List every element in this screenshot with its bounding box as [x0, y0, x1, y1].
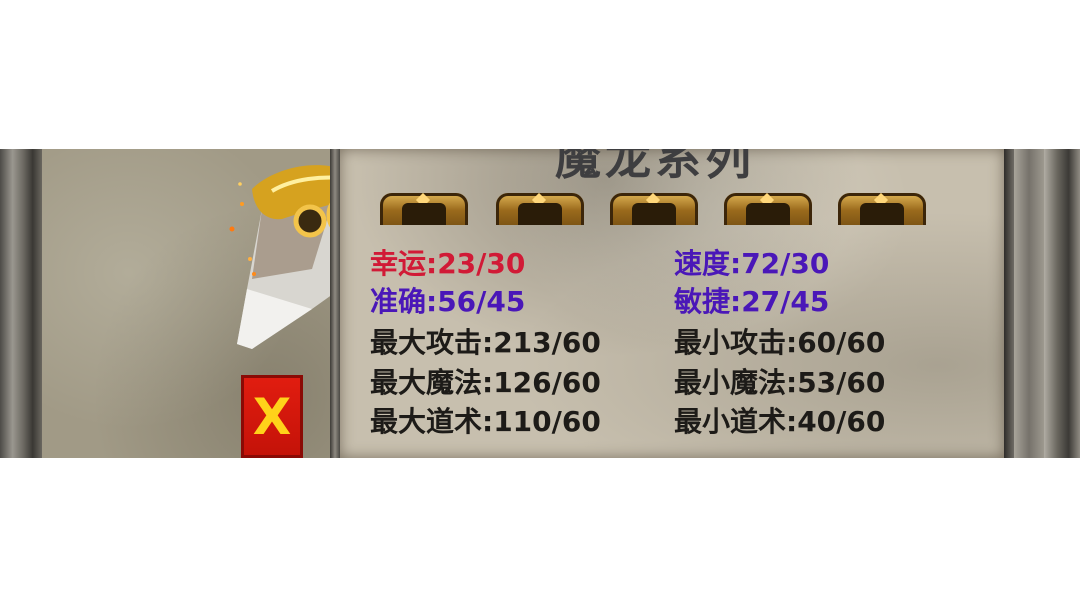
close-icon: X — [252, 388, 292, 446]
equip-slot-4-icon[interactable] — [724, 193, 812, 225]
equip-slot-1-icon[interactable] — [380, 193, 468, 225]
equip-slot-2-icon[interactable] — [496, 193, 584, 225]
weapon-preview-panel: X — [42, 149, 382, 458]
item-info-panel: 魔龙系列 幸运:23/30 速度:72/30 准确:56/45 敏捷:27/45… — [340, 149, 1004, 458]
stat-speed: 速度:72/30 — [674, 247, 830, 280]
stat-agility: 敏捷:27/45 — [674, 285, 830, 318]
frame-right-border — [1004, 149, 1080, 458]
stat-accuracy: 准确:56/45 — [370, 285, 526, 318]
game-viewport: X 魔龙系列 幸运:23/30 速度:72/30 准确:56/45 敏捷:27/… — [0, 149, 1080, 458]
stats-list: 幸运:23/30 速度:72/30 准确:56/45 敏捷:27/45 最大攻击… — [370, 245, 970, 445]
frame-left-border — [0, 149, 42, 458]
panel-divider — [330, 149, 340, 458]
stat-max-taoism: 最大道术:110/60 — [370, 405, 601, 438]
close-button[interactable]: X — [241, 375, 303, 458]
equipment-slot-row — [380, 193, 940, 225]
equip-slot-5-icon[interactable] — [838, 193, 926, 225]
stat-max-attack: 最大攻击:213/60 — [370, 326, 601, 359]
stat-min-magic: 最小魔法:53/60 — [674, 366, 886, 399]
set-title: 魔龙系列 — [555, 149, 755, 185]
stat-min-taoism: 最小道术:40/60 — [674, 405, 886, 438]
stat-min-attack: 最小攻击:60/60 — [674, 326, 886, 359]
stat-luck: 幸运:23/30 — [370, 247, 526, 280]
equip-slot-3-icon[interactable] — [610, 193, 698, 225]
stat-max-magic: 最大魔法:126/60 — [370, 366, 601, 399]
